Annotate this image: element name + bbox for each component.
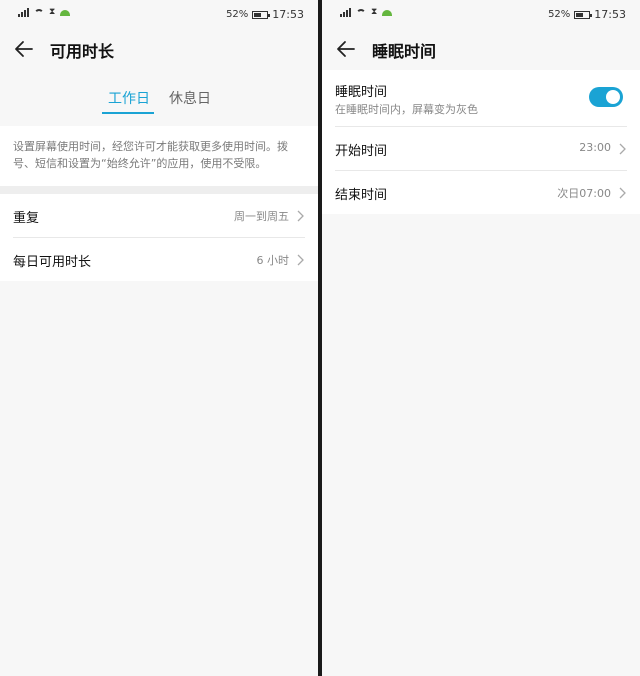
status-bar: ⧗ 52% 17:53: [0, 0, 318, 28]
page-title: 可用时长: [50, 42, 115, 61]
sleep-time-label: 睡眠时间: [335, 85, 388, 100]
repeat-row[interactable]: 重复 周一到周五: [13, 194, 305, 238]
status-time: 17:53: [594, 8, 626, 21]
wifi-icon: [356, 8, 366, 17]
hourglass-icon: ⧗: [371, 7, 378, 17]
repeat-value: 周一到周五: [234, 210, 289, 223]
tab-workday[interactable]: 工作日: [108, 88, 150, 108]
screen-available-duration: ⧗ 52% 17:53 可用时长 工作日 休息日 设置屏幕使用时间，经您许可才能…: [0, 0, 318, 676]
tab-bar: 工作日 休息日: [0, 70, 318, 126]
start-time-row[interactable]: 开始时间 23:00: [335, 127, 627, 171]
end-time-value: 次日07:00: [557, 187, 611, 200]
chevron-right-icon: [619, 187, 626, 199]
end-time-label: 结束时间: [335, 188, 388, 203]
battery-icon: [252, 10, 271, 19]
battery-percent: 52%: [226, 9, 249, 20]
wifi-icon: [34, 8, 44, 17]
chevron-right-icon: [619, 143, 626, 155]
app-bar: 睡眠时间: [322, 28, 640, 70]
screen-sleep-time: ⧗ 52% 17:53 睡眠时间 睡眠时间 在睡眠时间内，屏幕变为灰色 开始时间…: [322, 0, 640, 676]
settings-list: 重复 周一到周五 每日可用时长 6 小时: [0, 194, 318, 281]
status-bar: ⧗ 52% 17:53: [322, 0, 640, 28]
daily-duration-row[interactable]: 每日可用时长 6 小时: [13, 238, 305, 281]
back-arrow-icon[interactable]: [334, 37, 358, 61]
app-bar: 可用时长: [0, 28, 318, 70]
tab-active-indicator: [102, 112, 154, 114]
chevron-right-icon: [297, 254, 304, 266]
end-time-row[interactable]: 结束时间 次日07:00: [335, 171, 627, 214]
sleep-time-switch[interactable]: [589, 87, 623, 107]
signal-icon: [340, 8, 351, 17]
repeat-label: 重复: [13, 211, 40, 226]
status-time: 17:53: [272, 8, 304, 21]
sleep-settings-list: 睡眠时间 在睡眠时间内，屏幕变为灰色 开始时间 23:00 结束时间 次日07:…: [322, 70, 640, 214]
hourglass-icon: ⧗: [49, 7, 56, 17]
android-icon: [60, 9, 71, 16]
signal-icon: [18, 8, 29, 17]
back-arrow-icon[interactable]: [12, 37, 36, 61]
battery-icon: [574, 10, 593, 19]
tab-restday[interactable]: 休息日: [169, 88, 211, 108]
section-divider: [0, 186, 318, 194]
android-icon: [382, 9, 393, 16]
switch-knob: [606, 90, 620, 104]
sleep-time-toggle-row: 睡眠时间 在睡眠时间内，屏幕变为灰色: [335, 70, 627, 127]
start-time-value: 23:00: [579, 141, 611, 154]
start-time-label: 开始时间: [335, 144, 388, 159]
description-text: 设置屏幕使用时间，经您许可才能获取更多使用时间。拨号、短信和设置为“始终允许”的…: [0, 126, 318, 186]
daily-duration-label: 每日可用时长: [13, 255, 92, 270]
daily-duration-value: 6 小时: [256, 254, 290, 267]
battery-percent: 52%: [548, 9, 571, 20]
page-title: 睡眠时间: [372, 42, 437, 61]
chevron-right-icon: [297, 210, 304, 222]
sleep-time-subtitle: 在睡眠时间内，屏幕变为灰色: [335, 103, 478, 116]
